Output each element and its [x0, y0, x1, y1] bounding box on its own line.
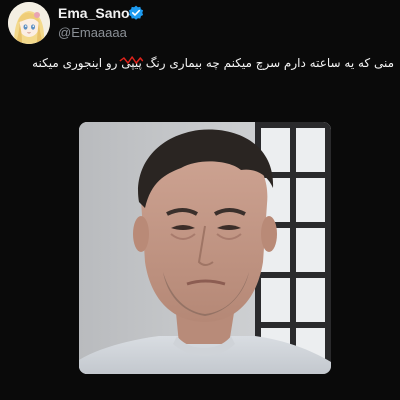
man-portrait-photo: [79, 122, 331, 374]
anime-girl-avatar-icon: [8, 2, 50, 44]
tweet-text-start: منی که یه ساعته دارم سرچ میکنم چه بیماری…: [141, 56, 394, 70]
tweet-text-end: رو اینجوری میکنه: [32, 56, 122, 70]
verified-badge-icon: [128, 5, 144, 21]
user-handle[interactable]: @Emaaaaa: [58, 25, 127, 40]
avatar[interactable]: [8, 2, 50, 44]
red-scribble-strike-icon: [119, 56, 144, 64]
struck-word: پیپی: [119, 55, 144, 71]
tweet-text: منی که یه ساعته دارم سرچ میکنم چه بیماری…: [4, 55, 394, 71]
tweet-media-photo[interactable]: [79, 122, 331, 374]
display-name[interactable]: Ema_Sano: [58, 5, 130, 21]
